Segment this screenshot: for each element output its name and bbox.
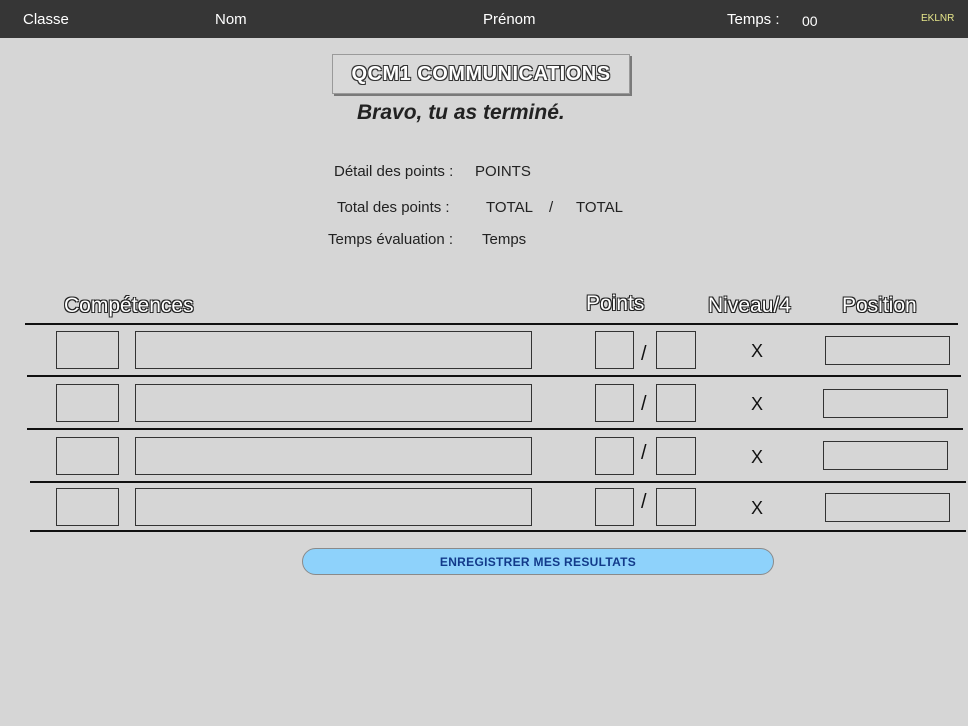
temps-value: 00 bbox=[802, 13, 818, 29]
classe-label: Classe bbox=[23, 11, 69, 28]
detail-points-value: POINTS bbox=[475, 163, 531, 180]
points-obtained-field bbox=[595, 384, 634, 422]
header-niveau: Niveau/4 bbox=[708, 294, 791, 317]
points-max-field bbox=[656, 384, 696, 422]
position-field bbox=[823, 389, 948, 418]
quiz-title: QCM1 COMMUNICATIONS bbox=[351, 62, 611, 85]
niveau-value: X bbox=[751, 394, 764, 414]
quiz-title-box: QCM1 COMMUNICATIONS bbox=[332, 54, 630, 94]
table-divider bbox=[27, 428, 963, 430]
points-separator: / bbox=[641, 393, 647, 415]
points-obtained-field bbox=[595, 331, 634, 369]
competence-code-field bbox=[56, 331, 119, 369]
position-field bbox=[825, 336, 950, 365]
temps-label: Temps : bbox=[727, 11, 780, 28]
table-divider bbox=[27, 375, 961, 377]
total-score: TOTAL bbox=[486, 199, 533, 216]
points-max-field bbox=[656, 488, 696, 526]
detail-points-label: Détail des points : bbox=[334, 163, 454, 180]
nom-label: Nom bbox=[215, 11, 247, 28]
total-max: TOTAL bbox=[576, 199, 623, 216]
competence-description-field bbox=[135, 488, 532, 526]
competence-code-field bbox=[56, 384, 119, 422]
points-max-field bbox=[656, 331, 696, 369]
position-field bbox=[825, 493, 950, 522]
points-separator: / bbox=[641, 491, 647, 513]
points-separator: / bbox=[641, 343, 647, 365]
header-points: Points bbox=[586, 292, 645, 315]
brand-logo: EKLNR bbox=[921, 13, 955, 24]
table-divider bbox=[30, 481, 966, 483]
points-separator: / bbox=[641, 442, 647, 464]
points-max-field bbox=[656, 437, 696, 475]
header-competences: Compétences bbox=[64, 294, 194, 317]
niveau-value: X bbox=[751, 447, 764, 467]
header-position: Position bbox=[842, 294, 917, 317]
position-field bbox=[823, 441, 948, 470]
table-divider bbox=[25, 323, 958, 325]
points-obtained-field bbox=[595, 488, 634, 526]
prenom-label: Prénom bbox=[483, 11, 536, 28]
competence-code-field bbox=[56, 488, 119, 526]
total-separator: / bbox=[549, 199, 554, 216]
completion-message: Bravo, tu as terminé. bbox=[357, 101, 565, 124]
niveau-value: X bbox=[751, 498, 764, 518]
niveau-value: X bbox=[751, 341, 764, 361]
points-obtained-field bbox=[595, 437, 634, 475]
table-divider bbox=[30, 530, 966, 532]
competence-description-field bbox=[135, 437, 532, 475]
competence-code-field bbox=[56, 437, 119, 475]
time-eval-value: Temps bbox=[482, 231, 527, 248]
top-bar: Classe Nom Prénom Temps : 00 EKLNR bbox=[0, 0, 968, 38]
total-points-label: Total des points : bbox=[337, 199, 450, 216]
competence-description-field bbox=[135, 384, 532, 422]
time-eval-label: Temps évaluation : bbox=[328, 231, 454, 248]
save-results-label: ENREGISTRER MES RESULTATS bbox=[439, 554, 637, 569]
save-results-button[interactable]: ENREGISTRER MES RESULTATS bbox=[302, 548, 774, 575]
competence-description-field bbox=[135, 331, 532, 369]
